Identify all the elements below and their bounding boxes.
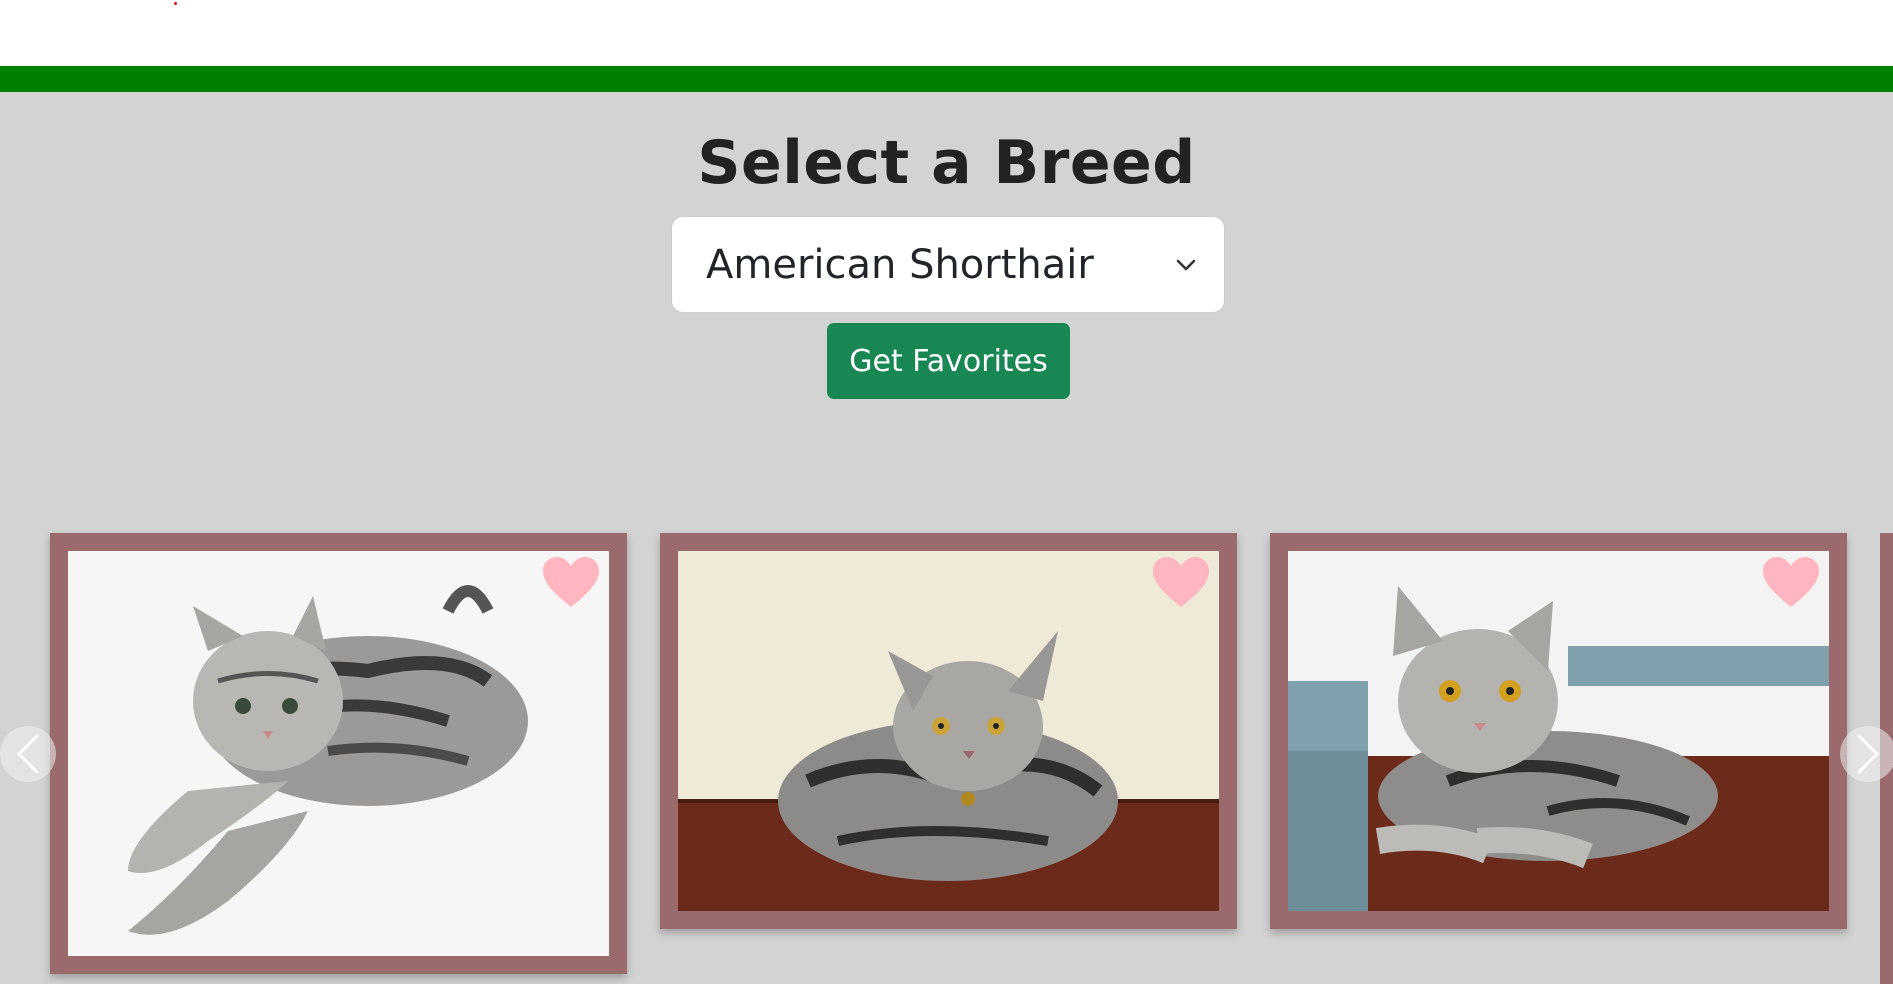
cat-photo bbox=[678, 551, 1219, 911]
page-title: Select a Breed bbox=[697, 128, 1196, 198]
cat-card bbox=[50, 533, 627, 974]
chevron-right-icon bbox=[1857, 734, 1880, 774]
breed-select[interactable]: American Shorthair bbox=[671, 216, 1225, 313]
favorite-heart-icon[interactable] bbox=[541, 555, 601, 609]
top-navbar bbox=[0, 0, 1893, 66]
cat-photo bbox=[1288, 551, 1829, 911]
cat-card bbox=[1270, 533, 1847, 929]
cat-photo bbox=[68, 551, 609, 956]
carousel-prev-button[interactable] bbox=[0, 726, 56, 782]
brand-mark bbox=[174, 2, 177, 5]
header-accent-bar bbox=[0, 66, 1893, 92]
chevron-down-icon bbox=[1176, 259, 1196, 271]
get-favorites-button[interactable]: Get Favorites bbox=[827, 323, 1070, 399]
chevron-left-icon bbox=[16, 734, 39, 774]
carousel-next-button[interactable] bbox=[1840, 726, 1893, 782]
breed-select-value: American Shorthair bbox=[706, 241, 1094, 288]
favorite-heart-icon[interactable] bbox=[1151, 555, 1211, 609]
favorite-heart-icon[interactable] bbox=[1761, 555, 1821, 609]
cat-card bbox=[660, 533, 1237, 929]
